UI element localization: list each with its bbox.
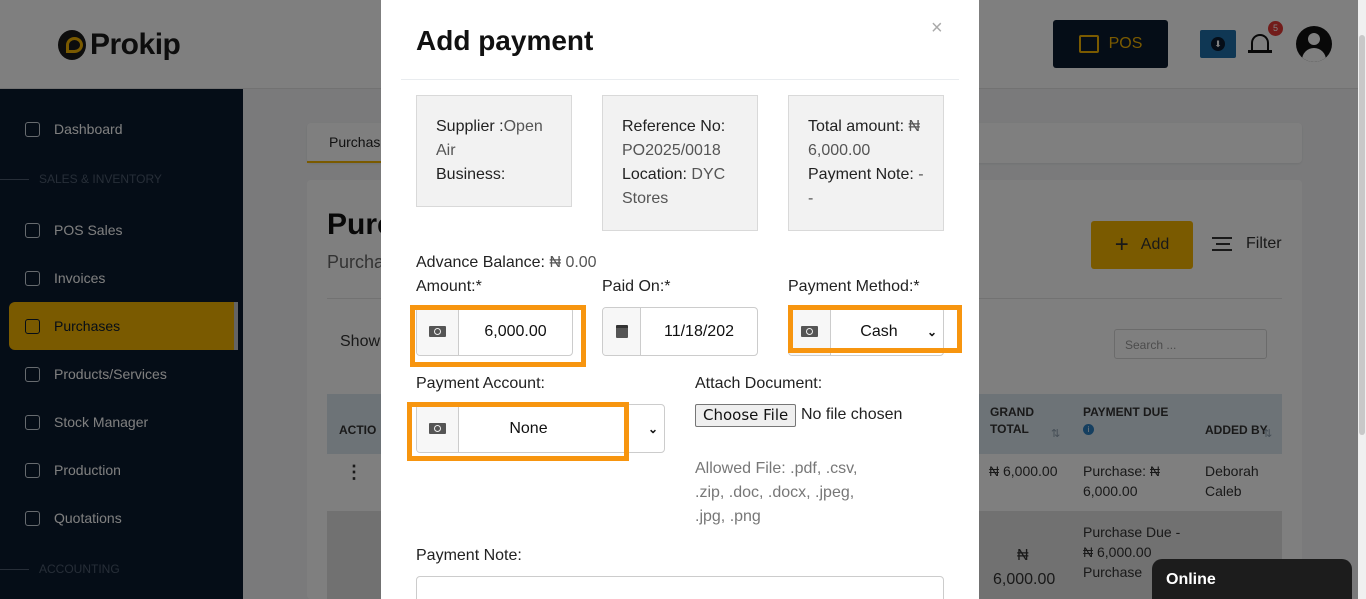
payment-note-label: Payment Note: [416,547,522,564]
payment-account-label: Payment Account: [416,375,545,392]
reference-info-box: Reference No: PO2025/0018 Location: DYC … [602,95,758,231]
payment-method-label: Payment Method:* [788,278,920,295]
attach-document-label: Attach Document: [695,375,823,392]
amount-label: Amount:* [416,278,482,295]
highlight-payment-method [788,305,962,353]
close-icon[interactable]: × [931,17,943,40]
paid-on-label: Paid On:* [602,278,671,295]
payment-note-textarea[interactable] [416,576,944,599]
supplier-label: Supplier : [436,118,504,135]
paid-on-field[interactable]: 11/18/202 [602,307,758,356]
online-status-badge[interactable]: Online [1152,559,1352,599]
allowed-files-hint: Allowed File: .pdf, .csv, .zip, .doc, .d… [695,460,858,525]
reference-value: PO2025/0018 [622,142,721,159]
add-payment-modal: Add payment × Supplier :Open Air Busines… [381,0,979,599]
total-info-box: Total amount: ₦ 6,000.00 Payment Note: -… [788,95,944,231]
modal-title: Add payment [416,25,594,56]
choose-file-button[interactable]: Choose File [695,404,797,427]
payment-note-info-label: Payment Note: [808,166,914,183]
calendar-icon [603,308,641,355]
business-label: Business: [436,166,506,183]
location-label: Location: [622,166,687,183]
advance-balance-label: Advance Balance: [416,254,545,271]
advance-balance-value: ₦ 0.00 [549,254,597,271]
supplier-info-box: Supplier :Open Air Business: [416,95,572,207]
chevron-down-icon: ⌄ [647,421,658,436]
file-status: No file chosen [801,406,903,423]
total-label: Total amount: [808,118,905,135]
scrollbar-thumb[interactable] [1359,35,1365,435]
reference-label: Reference No: [622,118,726,135]
highlight-amount [410,305,586,367]
highlight-payment-account [407,402,629,461]
advance-balance: Advance Balance: ₦ 0.00 [416,254,597,272]
paid-on-input[interactable]: 11/18/202 [641,308,757,355]
modal-header-divider [401,79,959,80]
